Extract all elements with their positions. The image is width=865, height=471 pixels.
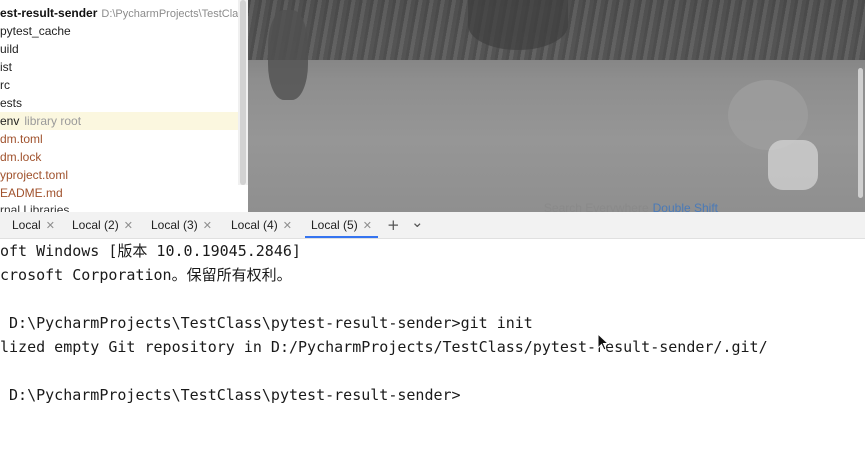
tree-item-pdm-toml[interactable]: dm.toml	[0, 130, 43, 148]
tree-item-label: ests	[0, 96, 23, 110]
tab-local[interactable]: Local ✕	[12, 212, 55, 238]
tab-label: Local (3)	[151, 218, 198, 232]
tab-label: Local (2)	[72, 218, 119, 232]
tab-local-4[interactable]: Local (4) ✕	[231, 212, 292, 238]
terminal-line: D:\PycharmProjects\TestClass\pytest-resu…	[0, 314, 533, 332]
tree-item-label: env	[0, 114, 20, 128]
terminal-line: crosoft Corporation。保留所有权利。	[0, 266, 292, 284]
bg-shape	[468, 0, 568, 50]
tree-item-label: EADME.md	[0, 186, 63, 200]
terminal-line: lized empty Git repository in D:/Pycharm…	[0, 338, 768, 356]
tree-item-external-libraries[interactable]: rnal Libraries	[0, 201, 69, 212]
tree-item-build[interactable]: uild	[0, 40, 19, 58]
tree-item-label: rc	[0, 78, 10, 92]
project-root-node[interactable]: est-result-sender D:\PycharmProjects\Test…	[0, 4, 238, 22]
terminal-dropdown-button[interactable]: ⌄	[411, 209, 424, 235]
close-icon[interactable]: ✕	[283, 220, 292, 232]
project-root-path: D:\PycharmProjects\TestCla	[101, 8, 239, 20]
library-root-label: library root	[24, 114, 82, 128]
scrollbar-thumb[interactable]	[240, 0, 246, 185]
tab-local-3[interactable]: Local (3) ✕	[151, 212, 212, 238]
tree-item-tests[interactable]: ests	[0, 94, 22, 112]
editor-background-image	[248, 0, 865, 212]
plus-icon: +	[387, 216, 400, 234]
new-terminal-button[interactable]: +	[387, 212, 400, 238]
tab-label: Local	[12, 218, 41, 232]
tree-item-label: yproject.toml	[0, 168, 69, 182]
bg-shape	[268, 10, 308, 100]
project-tree-panel: est-result-sender D:\PycharmProjects\Test…	[0, 0, 248, 212]
terminal-line: oft Windows [版本 10.0.19045.2846]	[0, 242, 301, 260]
tab-label: Local (4)	[231, 218, 278, 232]
tree-item-dist[interactable]: ist	[0, 58, 12, 76]
close-icon[interactable]: ✕	[124, 220, 133, 232]
terminal-tab-strip: Local ✕ Local (2) ✕ Local (3) ✕ Local (4) ✕ …	[0, 212, 865, 239]
tree-item-src[interactable]: rc	[0, 76, 10, 94]
tree-item-pytest-cache[interactable]: pytest_cache	[0, 22, 71, 40]
tree-item-label: dm.toml	[0, 132, 43, 146]
terminal-prompt-line: D:\PycharmProjects\TestClass\pytest-resu…	[0, 386, 461, 404]
tab-label: Local (5)	[311, 218, 358, 232]
tree-item-label: pytest_cache	[0, 24, 71, 38]
tree-item-venv[interactable]: env library root	[0, 112, 240, 130]
tree-item-label: uild	[0, 42, 19, 56]
tab-local-5[interactable]: Local (5) ✕	[305, 212, 378, 238]
editor-scrollbar[interactable]	[855, 68, 865, 198]
close-icon[interactable]: ✕	[203, 220, 212, 232]
tree-item-label: rnal Libraries	[0, 203, 70, 212]
tree-item-pdm-lock[interactable]: dm.lock	[0, 148, 41, 166]
bg-shape	[768, 140, 818, 190]
scrollbar-thumb[interactable]	[858, 68, 863, 198]
close-icon[interactable]: ✕	[46, 220, 55, 232]
terminal-output[interactable]: oft Windows [版本 10.0.19045.2846] crosoft…	[0, 239, 865, 471]
tree-item-label: dm.lock	[0, 150, 42, 164]
chevron-down-icon: ⌄	[411, 213, 424, 231]
tab-local-2[interactable]: Local (2) ✕	[72, 212, 133, 238]
tree-item-readme[interactable]: EADME.md	[0, 184, 63, 202]
close-icon[interactable]: ✕	[363, 220, 372, 232]
project-root-name: est-result-sender	[0, 6, 98, 20]
tree-item-label: ist	[0, 60, 12, 74]
tree-item-pyproject-toml[interactable]: yproject.toml	[0, 166, 68, 184]
project-panel-scrollbar[interactable]	[238, 0, 248, 185]
